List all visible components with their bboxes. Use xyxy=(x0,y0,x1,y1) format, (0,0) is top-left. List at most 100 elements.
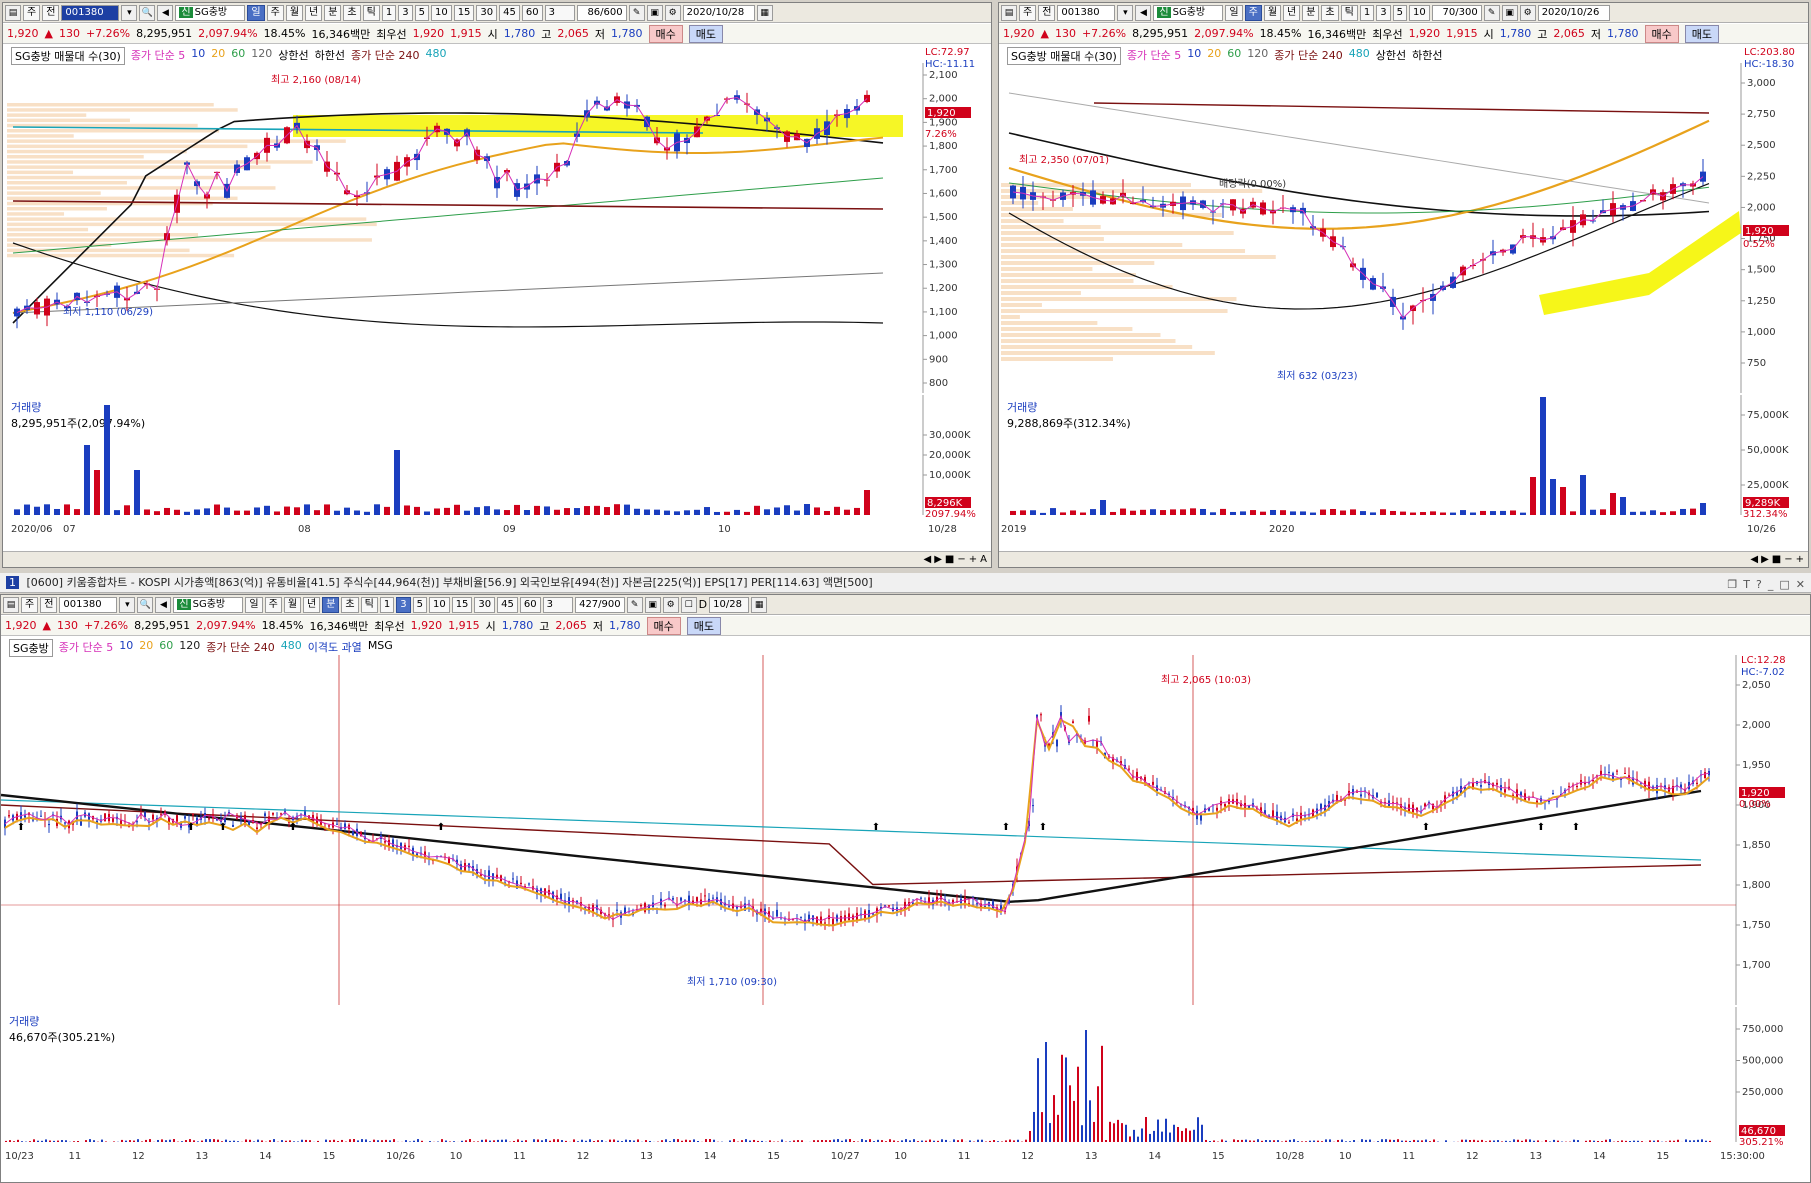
interval-select[interactable]: 3 xyxy=(542,596,573,613)
speaker-icon[interactable]: ◀ xyxy=(1135,4,1152,21)
interval-15[interactable]: 15 xyxy=(451,596,473,613)
interval-10[interactable]: 10 xyxy=(1408,4,1430,21)
period-month[interactable]: 월 xyxy=(283,596,302,613)
close-icon[interactable]: ✕ xyxy=(1796,575,1805,592)
weekly-price-chart[interactable]: 3,0002,7502,5002,2502,0001,7501,5001,250… xyxy=(999,63,1808,393)
dropdown-icon[interactable]: ▾ xyxy=(1117,4,1134,21)
type-select[interactable]: 주 xyxy=(1019,4,1037,21)
zoom-out-icon[interactable]: − xyxy=(1784,554,1792,565)
code-input[interactable]: 001380 xyxy=(59,596,118,613)
gear-icon[interactable]: ⚙ xyxy=(662,596,679,613)
interval-1[interactable]: 1 xyxy=(381,4,397,21)
minute-volume-chart[interactable]: 750,000 500,000 250,000 46,670305.21% 10/23 1… xyxy=(1,1007,1810,1167)
zoom-in-icon[interactable]: + xyxy=(1796,554,1804,565)
interval-3[interactable]: 3 xyxy=(398,4,413,21)
period-week[interactable]: 주 xyxy=(266,4,284,21)
search-icon[interactable]: 🔍 xyxy=(139,4,156,21)
calendar-icon[interactable]: ▦ xyxy=(751,596,768,613)
interval-15[interactable]: 15 xyxy=(453,4,475,21)
date-field[interactable]: 10/28 xyxy=(709,596,750,613)
interval-30[interactable]: 30 xyxy=(474,596,496,613)
prev-button[interactable]: 전 xyxy=(42,4,60,21)
pin-icon[interactable]: T xyxy=(1743,575,1750,592)
interval-select[interactable]: 3 xyxy=(544,4,575,21)
interval-30[interactable]: 30 xyxy=(476,4,498,21)
stock-name-field[interactable]: 신 SG충방 xyxy=(1153,4,1224,21)
prev-button[interactable]: 전 xyxy=(40,596,58,613)
help-icon[interactable]: ? xyxy=(1756,575,1762,592)
gear-icon[interactable]: ⚙ xyxy=(1519,4,1536,21)
code-input[interactable]: 001380 xyxy=(1057,4,1116,21)
buy-button[interactable]: 매수 xyxy=(648,24,683,43)
period-year[interactable]: 년 xyxy=(1283,4,1301,21)
chart-icon[interactable]: ▤ xyxy=(1001,4,1017,21)
buy-button[interactable]: 매수 xyxy=(1644,24,1679,43)
period-week[interactable]: 주 xyxy=(264,596,282,613)
stock-name-field[interactable]: 신 SG충방 xyxy=(175,4,246,21)
period-tick[interactable]: 틱 xyxy=(1340,4,1358,21)
interval-1[interactable]: 1 xyxy=(379,596,395,613)
daily-volume-chart[interactable]: 30,000K 20,000K 10,000K 8,296K2097.94% 2020/… xyxy=(3,395,991,535)
interval-10[interactable]: 10 xyxy=(430,4,452,21)
interval-60[interactable]: 60 xyxy=(519,596,541,613)
period-tick[interactable]: 틱 xyxy=(362,4,380,21)
interval-45[interactable]: 45 xyxy=(497,596,518,613)
interval-5[interactable]: 5 xyxy=(414,4,429,21)
tool-icon[interactable]: ✎ xyxy=(628,4,645,21)
calendar-icon[interactable]: ▦ xyxy=(756,4,773,21)
count-field[interactable]: 86/600 xyxy=(576,4,627,21)
speaker-icon[interactable]: ◀ xyxy=(157,4,174,21)
period-second[interactable]: 초 xyxy=(343,4,361,21)
save-icon[interactable]: ▣ xyxy=(1501,4,1518,21)
period-minute[interactable]: 분 xyxy=(322,596,340,613)
zoom-in-icon[interactable]: + xyxy=(969,554,977,565)
period-month[interactable]: 월 xyxy=(285,4,304,21)
date-field[interactable]: 2020/10/26 xyxy=(1537,4,1610,21)
interval-3[interactable]: 3 xyxy=(396,596,411,613)
zoom-out-icon[interactable]: − xyxy=(957,554,965,565)
expand-icon[interactable]: A xyxy=(980,554,987,565)
dropdown-icon[interactable]: ▾ xyxy=(121,4,138,21)
play-icon[interactable]: ▶ xyxy=(1761,554,1769,565)
period-minute[interactable]: 분 xyxy=(1302,4,1320,21)
period-day[interactable]: 일 xyxy=(1225,4,1243,21)
period-minute[interactable]: 분 xyxy=(324,4,342,21)
chart-icon[interactable]: ▤ xyxy=(3,596,19,613)
dropdown-icon[interactable]: ▾ xyxy=(119,596,136,613)
sell-button[interactable]: 매도 xyxy=(1684,24,1719,43)
period-tick[interactable]: 틱 xyxy=(360,596,378,613)
stop-icon[interactable]: ■ xyxy=(945,554,954,565)
interval-60[interactable]: 60 xyxy=(521,4,543,21)
date-field[interactable]: 2020/10/28 xyxy=(682,4,755,21)
minimize-icon[interactable]: _ xyxy=(1768,575,1774,592)
gear-icon[interactable]: ⚙ xyxy=(664,4,681,21)
search-icon[interactable]: 🔍 xyxy=(137,596,154,613)
play-icon[interactable]: ▶ xyxy=(934,554,942,565)
interval-3[interactable]: 3 xyxy=(1376,4,1391,21)
interval-5[interactable]: 5 xyxy=(1392,4,1407,21)
interval-5[interactable]: 5 xyxy=(412,596,427,613)
sell-button[interactable]: 매도 xyxy=(686,616,721,635)
minute-price-chart[interactable]: 2,0502,0001,9501,9001,8501,8001,7501,700… xyxy=(1,655,1810,1005)
buy-button[interactable]: 매수 xyxy=(646,616,681,635)
period-month[interactable]: 월 xyxy=(1263,4,1282,21)
stock-name-field[interactable]: 신 SG충방 xyxy=(173,596,244,613)
interval-10[interactable]: 10 xyxy=(428,596,450,613)
maximize-icon[interactable]: □ xyxy=(1779,575,1789,592)
stop-icon[interactable]: ■ xyxy=(1772,554,1781,565)
interval-1[interactable]: 1 xyxy=(1359,4,1375,21)
type-select[interactable]: 주 xyxy=(21,596,39,613)
type-select[interactable]: 주 xyxy=(23,4,41,21)
restore-icon[interactable]: ❐ xyxy=(1727,575,1737,592)
chart-icon[interactable]: ▤ xyxy=(5,4,21,21)
interval-45[interactable]: 45 xyxy=(499,4,520,21)
period-second[interactable]: 초 xyxy=(1321,4,1339,21)
save-icon[interactable]: ▣ xyxy=(646,4,663,21)
scroll-prev-icon[interactable]: ◀ xyxy=(924,554,932,565)
sell-button[interactable]: 매도 xyxy=(688,24,723,43)
period-day[interactable]: 일 xyxy=(247,4,265,21)
tool-icon[interactable]: ✎ xyxy=(626,596,643,613)
count-field[interactable]: 427/900 xyxy=(574,596,625,613)
period-day[interactable]: 일 xyxy=(245,596,263,613)
daily-price-chart[interactable]: 2,100 2,000 1,900 1,800 1,700 1,600 1,500 1,400… xyxy=(3,63,991,393)
